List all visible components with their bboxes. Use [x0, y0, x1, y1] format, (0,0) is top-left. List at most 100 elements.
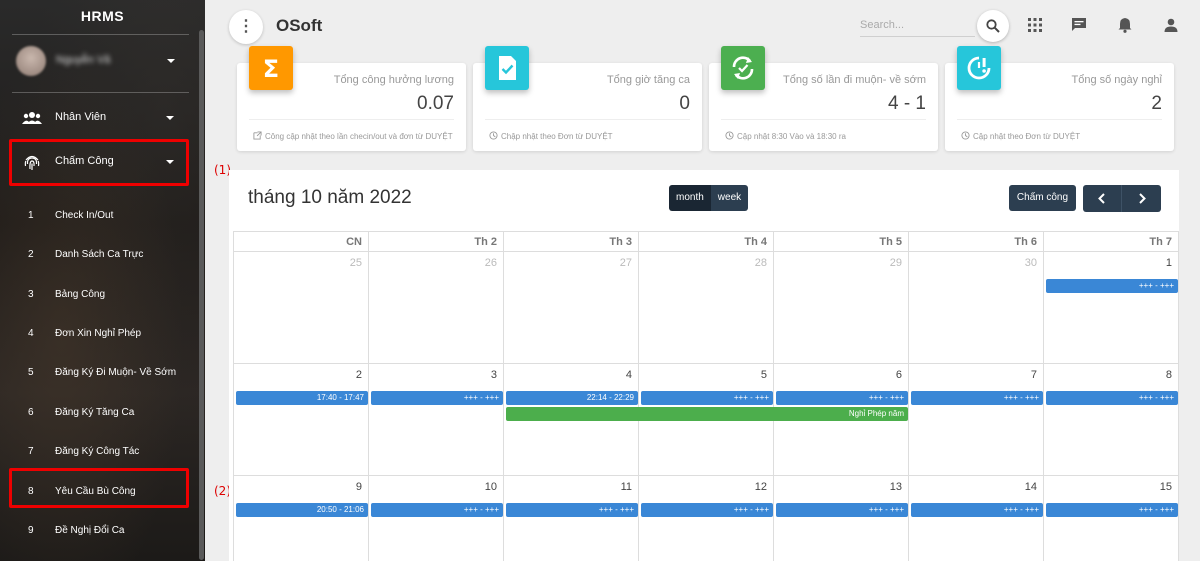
- calendar-event[interactable]: +++ - +++: [371, 391, 503, 405]
- calendar-event[interactable]: 17:40 - 17:47: [236, 391, 368, 405]
- sidebar-scrollbar[interactable]: [199, 30, 204, 560]
- chevron-right-icon: [1139, 193, 1146, 204]
- divider: [249, 119, 454, 120]
- divider: [12, 34, 189, 35]
- card-label: Tổng công hưởng lương: [333, 74, 454, 86]
- calendar-day-cell[interactable]: 28: [639, 252, 774, 364]
- highlight-box-1: [9, 139, 189, 186]
- search-button[interactable]: [977, 10, 1009, 42]
- calendar-event[interactable]: +++ - +++: [641, 503, 773, 517]
- week-view-button[interactable]: week: [710, 185, 749, 211]
- calendar-day-cell[interactable]: 30: [909, 252, 1044, 364]
- calendar-day-cell[interactable]: 7: [909, 364, 1044, 476]
- subitem-label: Bảng Công: [55, 289, 106, 300]
- chevron-left-icon: [1098, 193, 1105, 204]
- divider: [957, 119, 1162, 120]
- search-icon: [986, 19, 1000, 33]
- subitem-label: Đơn Xin Nghỉ Phép: [55, 328, 142, 339]
- sidebar-subitem-business-trip[interactable]: 7 Đăng Ký Công Tác: [12, 436, 188, 470]
- chat-icon[interactable]: [1070, 16, 1088, 34]
- calendar-event[interactable]: 22:14 - 22:29: [506, 391, 638, 405]
- weekday-header: Th 7: [1044, 231, 1179, 252]
- calendar-event[interactable]: +++ - +++: [1046, 503, 1178, 517]
- subitem-label: Check In/Out: [55, 210, 114, 221]
- apps-grid-icon[interactable]: [1026, 16, 1044, 34]
- subitem-number: 7: [28, 446, 34, 457]
- calendar-day-cell[interactable]: 29: [774, 252, 909, 364]
- calendar-day-cell[interactable]: 25: [234, 252, 369, 364]
- day-number: 1: [1165, 257, 1172, 269]
- highlight-box-2: [9, 468, 189, 508]
- next-month-button[interactable]: [1122, 185, 1161, 212]
- calendar-day-cell[interactable]: 12: [639, 476, 774, 561]
- sigma-icon: Σ: [263, 55, 279, 83]
- subitem-label: Danh Sách Ca Trực: [55, 249, 144, 260]
- card-footer: Chập nhật theo Đơn từ DUYỆT: [489, 128, 690, 145]
- user-icon[interactable]: [1162, 16, 1180, 34]
- user-profile-toggle[interactable]: Nguyễn Vă: [14, 46, 184, 76]
- stat-card-paid-workdays: Σ Tổng công hưởng lương 0.07 Công cập nh…: [237, 46, 466, 151]
- sidebar-subitem-check-in-out[interactable]: 1 Check In/Out: [12, 200, 188, 234]
- card-value: 0: [679, 93, 690, 114]
- calendar-day-cell[interactable]: 3: [369, 364, 504, 476]
- calendar-day-cell[interactable]: 2: [234, 364, 369, 476]
- calendar-day-cell[interactable]: 26: [369, 252, 504, 364]
- calendar-day-cell[interactable]: 9: [234, 476, 369, 561]
- subitem-label: Đăng Ký Tăng Ca: [55, 407, 135, 418]
- day-number: 9: [355, 481, 362, 493]
- day-number: 27: [619, 257, 632, 269]
- calendar-event[interactable]: +++ - +++: [776, 503, 908, 517]
- svg-text:Σ: Σ: [263, 55, 279, 83]
- prev-month-button[interactable]: [1083, 185, 1122, 212]
- sync-check-icon: [732, 56, 754, 80]
- sidebar-subitem-overtime[interactable]: 6 Đăng Ký Tăng Ca: [12, 397, 188, 431]
- sidebar-subitem-shift-list[interactable]: 2 Danh Sách Ca Trực: [12, 239, 188, 273]
- sidebar-subitem-leave-request[interactable]: 4 Đơn Xin Nghỉ Phép: [12, 318, 188, 352]
- weekday-header: Th 2: [369, 231, 504, 252]
- month-view-button[interactable]: month: [669, 185, 711, 211]
- bell-icon[interactable]: [1116, 16, 1134, 34]
- day-number: 30: [1024, 257, 1037, 269]
- sidebar-subitem-late-early[interactable]: 5 Đăng Ký Đi Muộn- Về Sớm: [12, 357, 188, 391]
- kebab-icon: ⋮: [238, 18, 254, 35]
- calendar-day-cell[interactable]: 15: [1044, 476, 1179, 561]
- calendar-event[interactable]: +++ - +++: [1046, 391, 1178, 405]
- sidebar-subitem-shift-change[interactable]: 9 Đề Nghị Đổi Ca: [12, 515, 188, 549]
- weekday-header: CN: [234, 231, 369, 252]
- divider: [485, 119, 690, 120]
- view-toggle-group: month week: [669, 185, 749, 211]
- calendar-day-cell[interactable]: 8: [1044, 364, 1179, 476]
- calendar-event[interactable]: +++ - +++: [776, 391, 908, 405]
- day-number: 4: [625, 369, 632, 381]
- calendar-event[interactable]: +++ - +++: [371, 503, 503, 517]
- calendar-day-cell[interactable]: 13: [774, 476, 909, 561]
- calendar-day-cell[interactable]: 11: [504, 476, 639, 561]
- day-number: 6: [895, 369, 902, 381]
- card-icon-badge: [485, 46, 529, 90]
- calendar-event[interactable]: +++ - +++: [641, 391, 773, 405]
- sidebar-subitem-timesheet[interactable]: 3 Bảng Công: [12, 279, 188, 313]
- calendar-event[interactable]: +++ - +++: [911, 503, 1043, 517]
- card-value: 2: [1151, 93, 1162, 114]
- calendar-day-cell[interactable]: 14: [909, 476, 1044, 561]
- calendar-event[interactable]: +++ - +++: [911, 391, 1043, 405]
- search-input[interactable]: [860, 13, 975, 37]
- calendar-event[interactable]: 20:50 - 21:06: [236, 503, 368, 517]
- calendar-day-cell[interactable]: 27: [504, 252, 639, 364]
- calendar-event[interactable]: Nghỉ Phép năm: [506, 407, 908, 421]
- sidebar-item-employees[interactable]: Nhân Viên: [12, 98, 188, 138]
- calendar-event[interactable]: +++ - +++: [1046, 279, 1178, 293]
- calendar-day-cell[interactable]: 1: [1044, 252, 1179, 364]
- more-menu-button[interactable]: ⋮: [229, 10, 263, 44]
- sidebar-item-label: Nhân Viên: [55, 111, 107, 123]
- subitem-number: 1: [28, 210, 34, 221]
- calendar-day-cell[interactable]: 10: [369, 476, 504, 561]
- card-footer-text: Cập nhật theo Đơn từ DUYỆT: [973, 132, 1081, 141]
- page-title: OSoft: [276, 16, 323, 35]
- card-label: Tổng số lần đi muộn- về sớm: [783, 74, 926, 86]
- card-value: 4 - 1: [887, 93, 926, 114]
- attendance-button[interactable]: Chấm công: [1009, 185, 1076, 211]
- calendar-event[interactable]: +++ - +++: [506, 503, 638, 517]
- day-number: 3: [490, 369, 497, 381]
- subitem-number: 5: [28, 367, 34, 378]
